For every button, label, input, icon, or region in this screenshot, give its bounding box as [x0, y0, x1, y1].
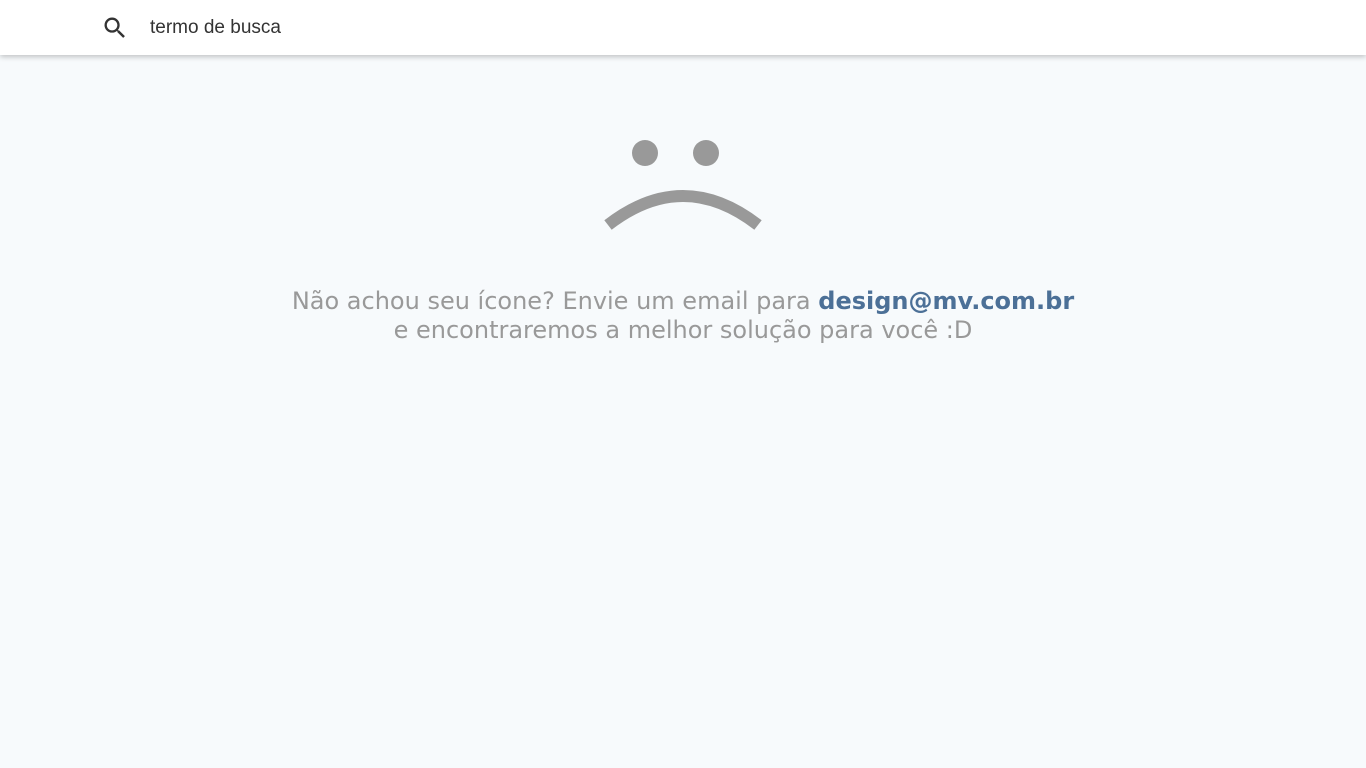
- empty-state-message: Não achou seu ícone? Envie um email para…: [0, 287, 1366, 345]
- empty-results-area: Não achou seu ícone? Envie um email para…: [0, 55, 1366, 768]
- email-link[interactable]: design@mv.com.br: [818, 287, 1074, 315]
- search-icon[interactable]: [101, 14, 129, 42]
- search-input[interactable]: [146, 12, 854, 44]
- search-bar: [0, 0, 1366, 55]
- message-line-1: Não achou seu ícone? Envie um email para…: [0, 287, 1366, 316]
- message-line-2: e encontraremos a melhor solução para vo…: [393, 316, 973, 344]
- message-prefix: Não achou seu ícone? Envie um email para: [291, 287, 819, 315]
- sad-face-icon: [604, 140, 762, 230]
